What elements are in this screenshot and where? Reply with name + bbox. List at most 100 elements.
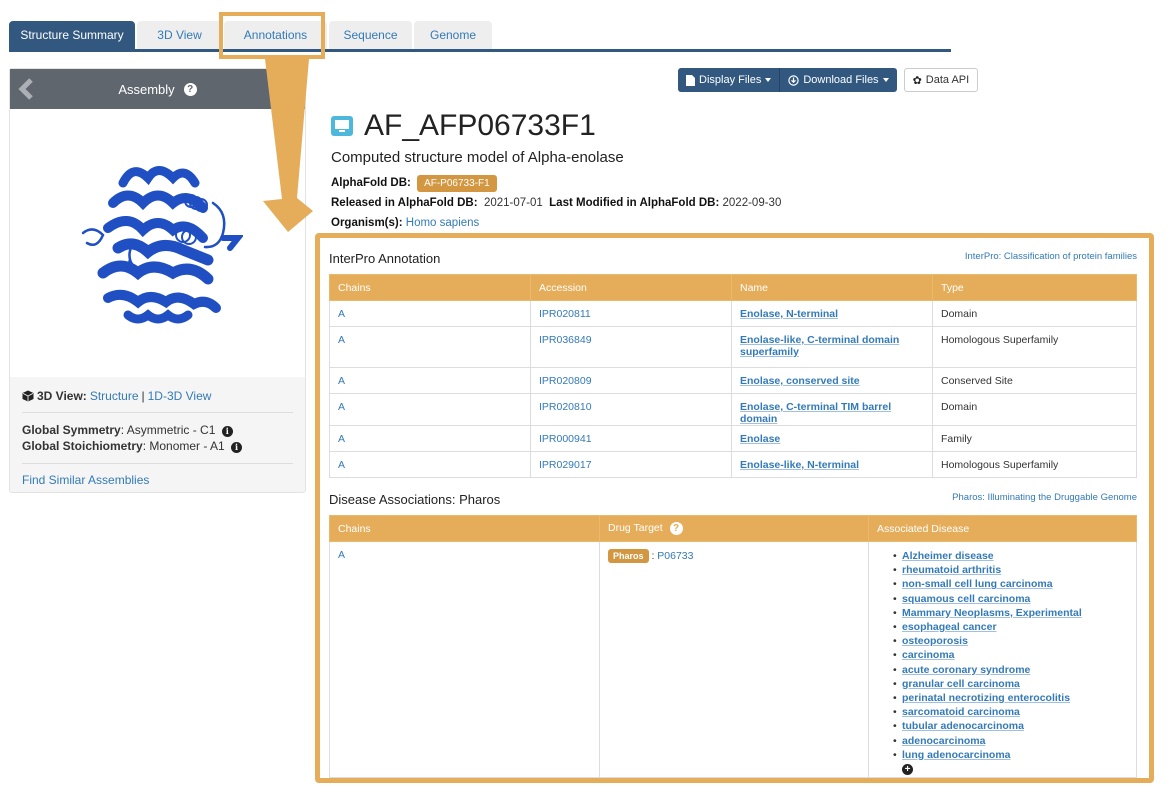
disease-link[interactable]: esophageal cancer bbox=[902, 621, 997, 633]
list-item: sarcomatoid carcinoma bbox=[893, 705, 1128, 719]
chain-link[interactable]: A bbox=[338, 375, 345, 387]
tab-genome[interactable]: Genome bbox=[414, 21, 492, 49]
info-icon[interactable]: i bbox=[221, 426, 233, 437]
disease-link[interactable]: granular cell carcinoma bbox=[902, 678, 1020, 690]
tab-3d-view[interactable]: 3D View bbox=[137, 21, 222, 49]
list-item: adenocarcinoma bbox=[893, 734, 1128, 748]
disease-link[interactable]: Mammary Neoplasms, Experimental bbox=[902, 607, 1082, 619]
disease-link[interactable]: acute coronary syndrome bbox=[902, 664, 1030, 676]
disease-link[interactable]: carcinoma bbox=[902, 649, 955, 661]
table-row: A IPR000941 Enolase Family bbox=[329, 425, 1137, 452]
alphafold-id-badge[interactable]: AF-P06733-F1 bbox=[417, 175, 497, 192]
accession-link[interactable]: IPR036849 bbox=[539, 334, 592, 346]
chain-link[interactable]: A bbox=[338, 308, 345, 320]
alphafold-row: AlphaFold DB: AF-P06733-F1 bbox=[331, 175, 497, 192]
view-1d3d-link[interactable]: 1D-3D View bbox=[148, 389, 212, 403]
data-api-label: Data API bbox=[925, 74, 970, 86]
cube-icon bbox=[22, 390, 34, 402]
annotation-name-link[interactable]: Enolase, N-terminal bbox=[740, 308, 838, 320]
accession-link[interactable]: IPR020811 bbox=[539, 308, 591, 320]
info-icon[interactable]: i bbox=[231, 442, 243, 453]
structure-image[interactable] bbox=[10, 109, 305, 377]
disease-link[interactable]: non-small cell lung carcinoma bbox=[902, 578, 1053, 590]
list-item: Mammary Neoplasms, Experimental bbox=[893, 606, 1128, 620]
annotation-type: Domain bbox=[941, 401, 978, 413]
annotations-tab-highlight bbox=[219, 12, 325, 59]
display-files-button[interactable]: Display Files bbox=[678, 68, 781, 92]
tab-structure-summary[interactable]: Structure Summary bbox=[9, 21, 135, 49]
help-icon[interactable]: ? bbox=[183, 82, 197, 96]
accession-link[interactable]: IPR029017 bbox=[539, 459, 592, 471]
file-icon bbox=[686, 74, 695, 86]
interpro-title: InterPro Annotation bbox=[329, 251, 441, 266]
chevron-left-icon[interactable] bbox=[16, 77, 38, 101]
table-row: A Pharos : P06733 Alzheimer disease rheum… bbox=[329, 541, 1137, 778]
annotation-name-link[interactable]: Enolase-like, C-terminal domain superfam… bbox=[740, 334, 899, 358]
disease-link[interactable]: osteoporosis bbox=[902, 635, 968, 647]
interpro-table: Chains Accession Name Type A IPR020811 Eno… bbox=[329, 274, 1137, 478]
pharos-badge[interactable]: Pharos bbox=[608, 549, 649, 563]
page-title: AF_AFP06733F1 bbox=[331, 109, 596, 143]
pharos-title: Disease Associations: Pharos bbox=[329, 492, 501, 507]
organism-row: Organism(s): Homo sapiens bbox=[331, 217, 479, 229]
chain-link[interactable]: A bbox=[338, 334, 345, 346]
annotation-name-link[interactable]: Enolase bbox=[740, 433, 780, 445]
annotation-name-link[interactable]: Enolase, C-terminal TIM barrel domain bbox=[740, 401, 891, 425]
disease-link[interactable]: Alzheimer disease bbox=[902, 550, 994, 562]
disease-list: Alzheimer disease rheumatoid arthritis non… bbox=[877, 549, 1128, 762]
structure-link[interactable]: Structure bbox=[90, 389, 139, 403]
annotations-highlight-box: InterPro Annotation InterPro: Classifica… bbox=[315, 233, 1154, 783]
accession-link[interactable]: IPR020809 bbox=[539, 375, 592, 387]
accession-link[interactable]: IPR000941 bbox=[539, 433, 592, 445]
download-icon bbox=[788, 74, 800, 86]
pharos-link[interactable]: Pharos: Illuminating the Druggable Genom… bbox=[952, 492, 1137, 503]
column-header-accession[interactable]: Accession bbox=[530, 274, 732, 301]
disease-link[interactable]: tubular adenocarcinoma bbox=[902, 720, 1024, 732]
download-files-button[interactable]: Download Files bbox=[780, 68, 897, 92]
annotation-type: Conserved Site bbox=[941, 375, 1013, 387]
global-stoichiometry-value: : Monomer - A1 bbox=[142, 439, 225, 453]
column-header-chains[interactable]: Chains bbox=[329, 515, 600, 542]
table-row: A IPR029017 Enolase-like, N-terminal Homolo… bbox=[329, 451, 1137, 478]
disease-link[interactable]: perinatal necrotizing enterocolitis bbox=[902, 692, 1070, 704]
symmetry-info: Global Symmetry: Asymmetric - C1 i Globa… bbox=[22, 413, 293, 464]
organism-link[interactable]: Homo sapiens bbox=[406, 217, 480, 229]
disease-link[interactable]: rheumatoid arthritis bbox=[902, 564, 1001, 576]
tab-sequence[interactable]: Sequence bbox=[329, 21, 412, 49]
interpro-link[interactable]: InterPro: Classification of protein fami… bbox=[965, 251, 1137, 262]
released-date: 2021-07-01 bbox=[483, 197, 543, 209]
chain-link[interactable]: A bbox=[338, 401, 345, 413]
list-item: carcinoma bbox=[893, 648, 1128, 662]
disease-link[interactable]: adenocarcinoma bbox=[902, 735, 985, 747]
column-header-associated-disease[interactable]: Associated Disease bbox=[868, 515, 1137, 542]
drug-target-link[interactable]: P06733 bbox=[657, 550, 693, 562]
chain-link[interactable]: A bbox=[338, 433, 345, 445]
tab-bar: Structure Summary 3D View Annotations Se… bbox=[9, 21, 951, 52]
pharos-table: Chains Drug Target ? Associated Disease … bbox=[329, 515, 1137, 778]
chain-link[interactable]: A bbox=[338, 549, 345, 561]
gear-icon: ✿ bbox=[912, 74, 922, 87]
list-item: esophageal cancer bbox=[893, 620, 1128, 634]
annotation-name-link[interactable]: Enolase-like, N-terminal bbox=[740, 459, 859, 471]
column-header-chains[interactable]: Chains bbox=[329, 274, 531, 301]
target-separator: : bbox=[651, 550, 655, 562]
annotation-type: Domain bbox=[941, 308, 978, 320]
disease-link[interactable]: lung adenocarcinoma bbox=[902, 749, 1011, 761]
column-header-drug-target[interactable]: Drug Target ? bbox=[599, 515, 869, 542]
chain-link[interactable]: A bbox=[338, 459, 345, 471]
column-header-name[interactable]: Name bbox=[731, 274, 933, 301]
disease-link[interactable]: squamous cell carcinoma bbox=[902, 593, 1030, 605]
data-api-button[interactable]: ✿ Data API bbox=[903, 68, 979, 92]
annotation-name-link[interactable]: Enolase, conserved site bbox=[740, 375, 860, 387]
global-symmetry-value: : Asymmetric - C1 bbox=[120, 423, 216, 437]
disease-link[interactable]: sarcomatoid carcinoma bbox=[902, 706, 1020, 718]
column-header-type[interactable]: Type bbox=[932, 274, 1137, 301]
table-row: A IPR036849 Enolase-like, C-terminal domai… bbox=[329, 326, 1137, 368]
assembly-title: Assembly bbox=[118, 81, 175, 97]
help-icon[interactable]: ? bbox=[669, 522, 683, 535]
protein-structure-icon bbox=[81, 166, 243, 324]
find-similar-assemblies-link[interactable]: Find Similar Assemblies bbox=[22, 473, 149, 487]
accession-link[interactable]: IPR020810 bbox=[539, 401, 592, 413]
plus-circle-icon[interactable]: + bbox=[902, 764, 913, 776]
caret-down-icon bbox=[882, 78, 889, 82]
